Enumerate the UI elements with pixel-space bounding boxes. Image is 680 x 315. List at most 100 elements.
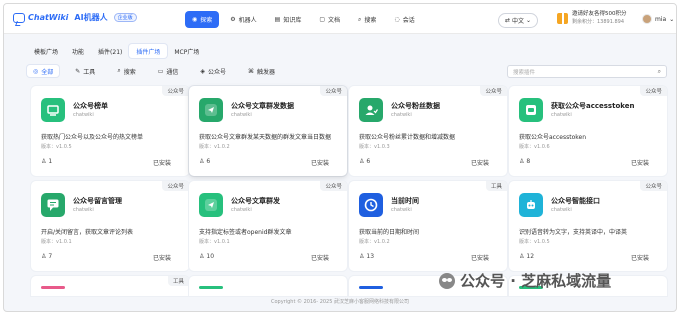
plugin-type-badge: 公众号 xyxy=(640,181,667,191)
filter-label: 通信 xyxy=(166,68,179,76)
tab-4[interactable]: MCP广场 xyxy=(167,44,206,58)
plugin-author: chatwiki xyxy=(391,207,412,213)
usage-count: ♙ 1 xyxy=(41,158,52,165)
plugin-version: 版本：v1.0.5 xyxy=(41,144,72,150)
plugin-description: 支持指定标签或者openid群发文章 xyxy=(199,229,292,236)
plugin-version: 版本：v1.0.5 xyxy=(519,239,550,245)
usage-count: ♙ 6 xyxy=(199,158,210,165)
usage-value: 13 xyxy=(366,253,375,260)
filter-2[interactable]: ⌕ 搜索 xyxy=(111,65,141,77)
plugin-card[interactable]: 公众号 公众号智能接口 chatwiki 识别语音转为文字，支持英译中，中译英 版本：v… xyxy=(509,181,667,271)
plugin-author: chatwiki xyxy=(73,207,94,213)
plugin-type-badge: 公众号 xyxy=(162,86,189,96)
plugin-icon-partial xyxy=(359,286,383,289)
filter-3[interactable]: ▭ 通信 xyxy=(152,65,185,77)
comment-icon xyxy=(41,193,65,217)
filter-label: 公众号 xyxy=(208,68,227,76)
tab-2[interactable]: 插件(21) xyxy=(91,44,129,58)
tab-0[interactable]: 模板广场 xyxy=(27,44,65,58)
plugin-version: 版本：v1.0.1 xyxy=(41,239,72,245)
plugin-card-partial[interactable]: 工具 xyxy=(31,276,189,296)
chat-logo-icon xyxy=(13,12,25,23)
plugin-title: 公众号文章群发数据 xyxy=(231,102,294,110)
plugin-card-partial[interactable] xyxy=(189,276,347,296)
user-menu[interactable]: mia ⌄ xyxy=(642,14,674,24)
plugin-type-badge: 工具 xyxy=(485,181,507,191)
plugin-description: 获取公众号粉丝累计数据和增减数据 xyxy=(359,134,456,141)
plugin-version: 版本：v1.0.1 xyxy=(199,239,230,245)
user-name: mia xyxy=(655,15,667,23)
copyright-footer: Copyright © 2016- 2025 武汉芝麻小客服网络科技有限公司 xyxy=(270,299,410,305)
filter-4[interactable]: ◈ 公众号 xyxy=(194,65,232,77)
plugin-card[interactable]: 公众号 公众号榜单 chatwiki 获取热门公众号以及公众号的热文榜单 版本：v1.0… xyxy=(31,86,189,176)
plugin-author: chatwiki xyxy=(551,112,572,118)
usage-count: ♙ 7 xyxy=(41,253,52,260)
usage-count: ♙ 6 xyxy=(359,158,370,165)
usage-icon: ♙ xyxy=(519,158,525,165)
edition-badge: 企业版 xyxy=(113,13,137,22)
watermark: 公众号 · 芝麻私域流量 xyxy=(439,270,611,291)
plugin-search-input[interactable]: 搜索插件 ⌕ xyxy=(507,65,667,78)
usage-icon: ♙ xyxy=(41,253,47,260)
plugin-author: chatwiki xyxy=(231,207,252,213)
nav-label: 机器人 xyxy=(238,17,257,24)
plugin-version: 版本：v1.0.6 xyxy=(519,144,550,150)
install-status: 已安装 xyxy=(470,255,489,262)
plugin-type-badge: 公众号 xyxy=(320,181,347,191)
filter-1[interactable]: ✎ 工具 xyxy=(69,65,101,77)
tab-1[interactable]: 功能 xyxy=(65,44,91,58)
nav-item-2[interactable]: ▤ 知识库 xyxy=(268,11,309,28)
plugin-version: 版本：v1.0.2 xyxy=(359,239,390,245)
nav-item-4[interactable]: ⌕ 搜索 xyxy=(351,11,383,28)
nav-label: 文档 xyxy=(328,17,341,24)
usage-icon: ♙ xyxy=(41,158,47,165)
nav-item-0[interactable]: ◉ 探索 xyxy=(185,11,220,28)
usage-icon: ♙ xyxy=(359,158,365,165)
plugin-type-badge: 公众号 xyxy=(320,86,347,96)
usage-value: 12 xyxy=(526,253,535,260)
plugin-author: chatwiki xyxy=(551,207,572,213)
usage-icon: ♙ xyxy=(199,253,205,260)
search-icon: ⌕ xyxy=(657,68,661,75)
usage-value: 8 xyxy=(526,158,531,165)
plugin-card[interactable]: 公众号 公众号粉丝数据 chatwiki 获取公众号粉丝累计数据和增减数据 版本：v1.… xyxy=(349,86,507,176)
plugin-description: 识别语音转为文字，支持英译中，中译英 xyxy=(519,229,628,236)
nav-label: 搜索 xyxy=(364,17,377,24)
search-icon: ⌕ xyxy=(117,67,121,74)
translate-icon: ⇄ xyxy=(505,17,511,24)
usage-icon: ♙ xyxy=(519,253,525,260)
language-select[interactable]: ⇄ 中文 ⌄ xyxy=(498,13,539,28)
plugin-card[interactable]: 公众号 公众号留言管理 chatwiki 开启/关闭留言，获取文章评论列表 版本：v1.… xyxy=(31,181,189,271)
language-label: 中文 xyxy=(512,18,525,25)
install-status: 已安装 xyxy=(310,160,329,167)
invite-banner[interactable]: 邀请好友各得500积分 剩余积分：13891.894 xyxy=(557,11,627,25)
filter-label: 全部 xyxy=(41,68,54,76)
plugin-description: 获取当前的日期和时间 xyxy=(359,229,420,236)
plugin-type-badge: 工具 xyxy=(167,276,189,286)
filter-5[interactable]: ⌘ 触发器 xyxy=(242,65,281,77)
plugin-card[interactable]: 公众号 获取公众号accesstoken chatwiki 获取公众号accessto… xyxy=(509,86,667,176)
usage-value: 7 xyxy=(48,253,53,260)
top-header: ChatWiki AI机器人 企业版 ◉ 探索 ⚙ 机器人 ▤ 知识库 ▢ 文档 ⌕ 搜索 ◌ 会话 … xyxy=(4,4,676,34)
plugin-description: 获取热门公众号以及公众号的热文榜单 xyxy=(41,134,144,141)
nav-item-1[interactable]: ⚙ 机器人 xyxy=(223,11,263,28)
install-status: 已安装 xyxy=(470,160,489,167)
document-icon: ▢ xyxy=(319,16,326,23)
tab-3[interactable]: 插件广场 xyxy=(129,44,168,58)
plugin-type-badge: 公众号 xyxy=(480,86,507,96)
wechat-icon xyxy=(439,272,455,289)
send-icon xyxy=(199,193,223,217)
filter-label: 搜索 xyxy=(123,68,136,76)
logo-text: ChatWiki xyxy=(28,13,69,22)
logo[interactable]: ChatWiki AI机器人 企业版 xyxy=(13,12,137,23)
usage-count: ♙ 12 xyxy=(519,253,534,260)
plugin-card[interactable]: 公众号公众号文章群发 chatwiki 支持指定标签或者openid群发文章 版本：v… xyxy=(189,181,347,271)
plugin-card[interactable]: 公众号 公众号文章群发数据 chatwiki 获取公众号文章群发某天数据的群发文章当日… xyxy=(189,86,347,176)
plugin-title: 公众号文章群发 xyxy=(231,197,280,205)
plugin-card[interactable]: 工具 当前时间 chatwiki 获取当前的日期和时间 版本：v1.0.2 ♙ 13 已安装 xyxy=(349,181,507,271)
nav-item-3[interactable]: ▢ 文档 xyxy=(312,11,347,28)
plaza-tabs: 模板广场 功能 插件(21) 插件广场 MCP广场 xyxy=(27,44,206,58)
nav-label: 知识库 xyxy=(283,17,302,24)
nav-item-5[interactable]: ◌ 会话 xyxy=(387,11,421,28)
filter-0[interactable]: ◎ 全部 xyxy=(27,65,60,77)
